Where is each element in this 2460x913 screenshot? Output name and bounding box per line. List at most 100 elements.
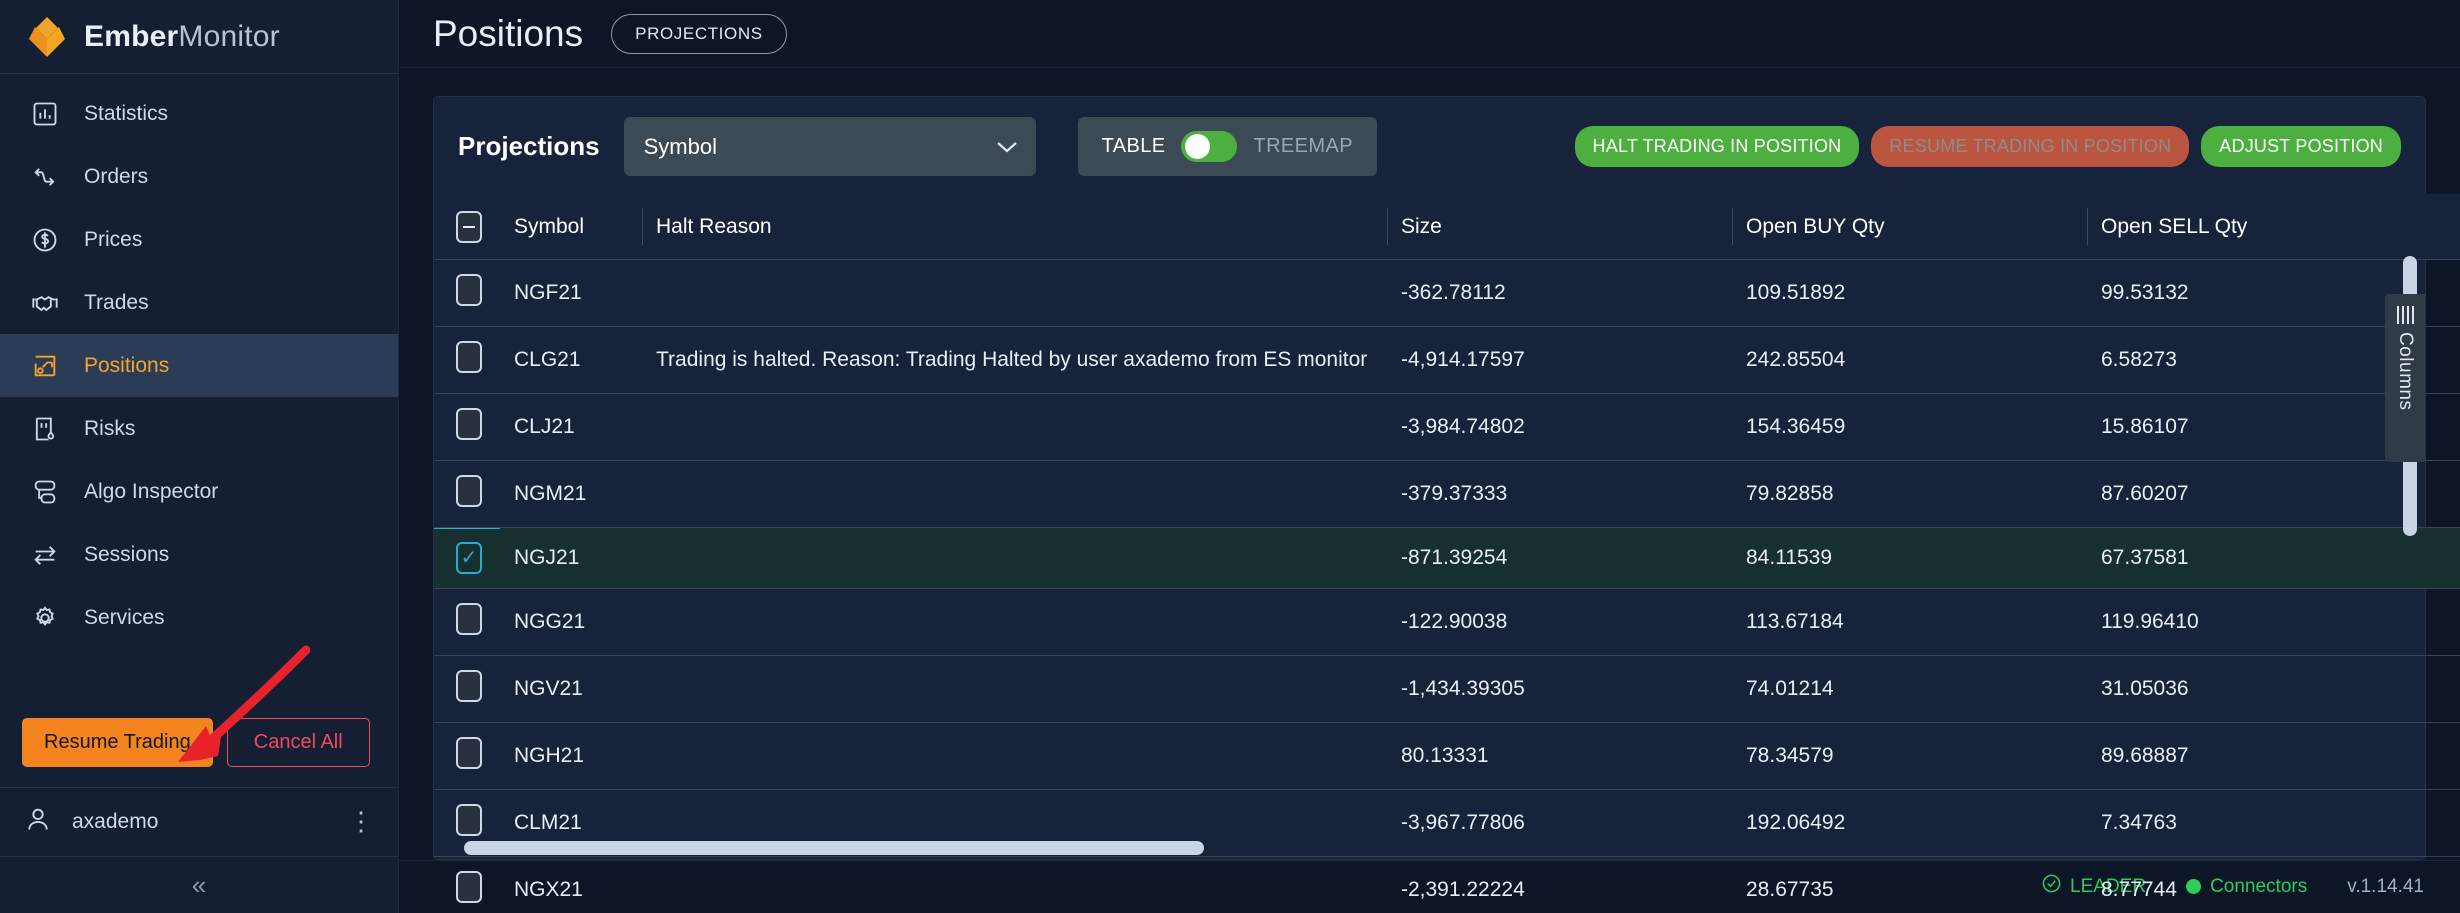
row-select-cell[interactable]: ✓: [434, 527, 500, 590]
adjust-position-button[interactable]: ADJUST POSITION: [2201, 126, 2401, 168]
user-menu-kebab-icon[interactable]: ⋮: [348, 809, 374, 834]
sidebar-item-positions[interactable]: Positions: [0, 334, 398, 397]
check-icon: ✓: [460, 547, 478, 570]
resume-trading-button[interactable]: Resume Trading: [22, 718, 213, 767]
halt-trading-in-position-button[interactable]: HALT TRADING IN POSITION: [1574, 126, 1860, 168]
row-select-cell[interactable]: [434, 655, 500, 724]
cell-open-buy-qty: 74.01214: [1732, 655, 2087, 724]
cell-open-buy-qty-value: 78.34579: [1746, 744, 1834, 768]
cell-halt-reason: [642, 527, 1387, 590]
cell-size-value: -362.78112: [1401, 281, 1506, 305]
row-select-cell[interactable]: [434, 856, 500, 913]
sidebar-item-algo-inspector[interactable]: Algo Inspector: [0, 460, 398, 523]
sidebar-item-label: Algo Inspector: [84, 479, 219, 503]
cell-open-sell-qty-value: 8.77744: [2101, 878, 2177, 902]
cell-open-buy-qty-value: 154.36459: [1746, 415, 1846, 439]
cell-halt-reason: Trading is halted. Reason: Trading Halte…: [642, 326, 1387, 395]
cell-open-buy-qty-value: 242.85504: [1746, 348, 1846, 372]
collapse-sidebar-button[interactable]: «: [0, 857, 398, 913]
horizontal-scroll-thumb[interactable]: [464, 841, 1204, 855]
column-header-open-sell-qty[interactable]: Open SELL Qty: [2087, 194, 2460, 261]
cell-size-value: -2,391.22224: [1401, 878, 1525, 902]
table-row[interactable]: ✓ NGJ21 -871.39254 84.11539 67.37581: [434, 527, 2460, 590]
view-mode-switch[interactable]: [1181, 131, 1238, 163]
dollar-circle-icon: [28, 223, 62, 257]
table-row[interactable]: NGF21 -362.78112 109.51892 99.53132: [434, 259, 2460, 328]
row-select-cell[interactable]: [434, 326, 500, 395]
ember-logo-icon: [24, 15, 70, 59]
projections-tab-pill[interactable]: PROJECTIONS: [611, 13, 787, 54]
cell-size-value: 80.13331: [1401, 744, 1489, 768]
row-checkbox[interactable]: ✓: [456, 542, 482, 575]
sidebar-item-label: Sessions: [84, 542, 170, 566]
view-mode-toggle[interactable]: TABLE TREEMAP: [1077, 117, 1377, 177]
row-checkbox[interactable]: [456, 804, 482, 837]
cancel-all-button[interactable]: Cancel All: [226, 718, 370, 767]
table-row[interactable]: NGH21 80.13331 78.34579 89.68887: [434, 722, 2460, 791]
cell-halt-reason: [642, 588, 1387, 657]
row-select-cell[interactable]: [434, 588, 500, 657]
table-row[interactable]: NGG21 -122.90038 113.67184 119.96410: [434, 588, 2460, 657]
cell-size: -122.90038: [1387, 588, 1732, 657]
sidebar-item-risks[interactable]: Risks: [0, 397, 398, 460]
row-select-cell[interactable]: [434, 259, 500, 328]
row-checkbox[interactable]: [456, 274, 482, 307]
column-header-symbol[interactable]: Symbol: [500, 194, 642, 261]
row-checkbox[interactable]: [456, 475, 482, 508]
cell-size: -1,434.39305: [1387, 655, 1732, 724]
row-select-cell[interactable]: [434, 393, 500, 462]
table-row[interactable]: NGV21 -1,434.39305 74.01214 31.05036: [434, 655, 2460, 724]
sidebar-item-services[interactable]: Services: [0, 586, 398, 649]
sidebar-item-sessions[interactable]: Sessions: [0, 523, 398, 586]
cell-size-value: -3,967.77806: [1401, 811, 1525, 835]
column-header-open-buy-qty[interactable]: Open BUY Qty: [1732, 194, 2087, 261]
indeterminate-dash-icon: [463, 226, 475, 229]
brand: EmberMonitor: [0, 0, 398, 74]
cell-symbol: NGJ21: [500, 527, 642, 590]
user-row[interactable]: axademo ⋮: [0, 787, 398, 857]
column-header-size[interactable]: Size: [1387, 194, 1732, 261]
group-by-select[interactable]: Symbol: [623, 117, 1036, 177]
cell-symbol: NGG21: [500, 588, 642, 657]
cell-open-buy-qty: 78.34579: [1732, 722, 2087, 791]
sidebar-spacer: [0, 645, 398, 762]
cell-symbol: NGV21: [500, 655, 642, 724]
row-checkbox[interactable]: [456, 408, 482, 441]
sidebar-item-label: Trades: [84, 290, 149, 314]
row-checkbox[interactable]: [456, 670, 482, 703]
cell-open-buy-qty: 79.82858: [1732, 460, 2087, 529]
sidebar-item-orders[interactable]: Orders: [0, 145, 398, 208]
resume-trading-in-position-button[interactable]: RESUME TRADING IN POSITION: [1871, 126, 2190, 168]
switch-knob: [1185, 134, 1211, 160]
row-select-cell[interactable]: [434, 722, 500, 791]
cell-open-buy-qty: 113.67184: [1732, 588, 2087, 657]
row-checkbox[interactable]: [456, 871, 482, 904]
cell-open-sell-qty-value: 7.34763: [2101, 811, 2177, 835]
orders-arrows-icon: [28, 160, 62, 194]
table-horizontal-scrollbar[interactable]: [434, 841, 2425, 855]
sidebar-item-label: Services: [84, 605, 165, 629]
row-checkbox[interactable]: [456, 341, 482, 374]
cell-halt-reason: [642, 259, 1387, 328]
cell-size-value: -871.39254: [1401, 546, 1508, 570]
sidebar-nav: Statistics Orders Prices Trades Position…: [0, 74, 398, 649]
table-row[interactable]: NGX21 -2,391.22224 28.67735 8.77744: [434, 856, 2460, 913]
cell-size-value: -122.90038: [1401, 610, 1508, 634]
cell-open-buy-qty-value: 84.11539: [1746, 546, 1833, 570]
column-header-halt-reason[interactable]: Halt Reason: [642, 194, 1387, 261]
sidebar-item-statistics[interactable]: Statistics: [0, 82, 398, 145]
table-row[interactable]: NGM21 -379.37333 79.82858 87.60207: [434, 460, 2460, 529]
row-checkbox[interactable]: [456, 603, 482, 636]
sidebar-item-trades[interactable]: Trades: [0, 271, 398, 334]
columns-panel-tab[interactable]: Columns: [2385, 294, 2425, 463]
table-row[interactable]: CLG21 Trading is halted. Reason: Trading …: [434, 326, 2460, 395]
row-checkbox[interactable]: [456, 737, 482, 770]
select-all-checkbox[interactable]: [456, 211, 482, 244]
projections-panel: Projections Symbol TABLE TREEMAP HALT TR: [433, 96, 2460, 913]
cell-open-sell-qty-value: 67.37581: [2101, 546, 2189, 570]
cell-open-buy-qty: 242.85504: [1732, 326, 2087, 395]
sidebar-item-prices[interactable]: Prices: [0, 208, 398, 271]
table-row[interactable]: CLJ21 -3,984.74802 154.36459 15.86107: [434, 393, 2460, 462]
row-select-cell[interactable]: [434, 460, 500, 529]
sidebar: EmberMonitor Statistics Orders Prices Tr…: [0, 0, 399, 913]
